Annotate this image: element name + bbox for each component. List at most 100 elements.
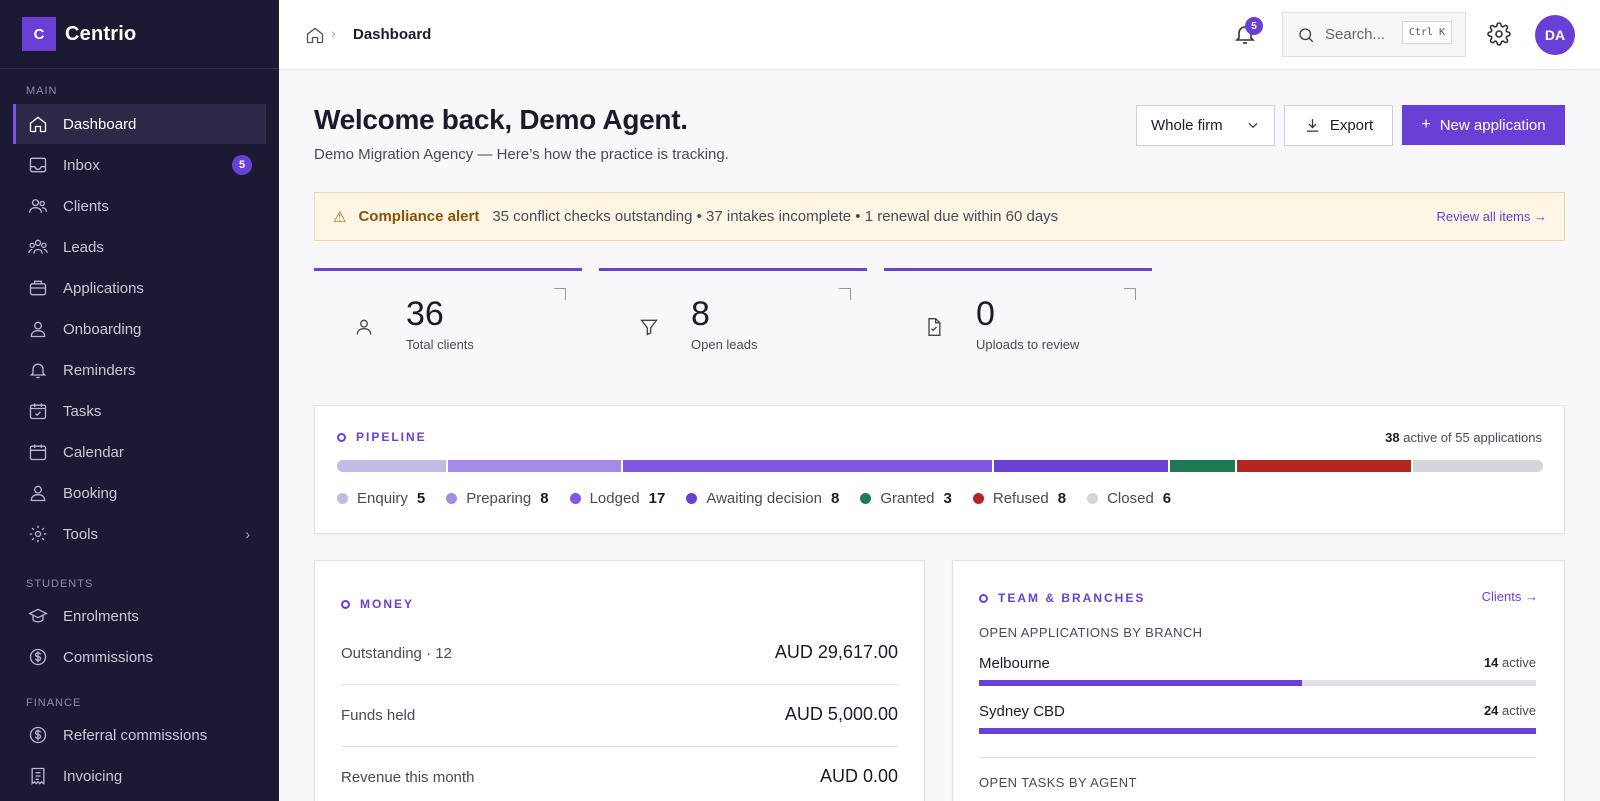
sidebar-item-tasks[interactable]: Tasks <box>13 391 266 431</box>
branch-row-sydney-cbd[interactable]: Sydney CBD 24 active <box>979 703 1536 734</box>
sidebar-item-label: Invoicing <box>63 767 123 785</box>
settings-button[interactable] <box>1487 22 1511 51</box>
calendar-check-icon <box>29 403 47 420</box>
sidebar-item-label: Calendar <box>63 443 124 461</box>
export-button[interactable]: Export <box>1284 105 1393 146</box>
sidebar-item-label: Dashboard <box>63 115 137 133</box>
legend-item-lodged[interactable]: Lodged 17 <box>569 490 666 507</box>
dollar-circle-icon <box>29 726 47 744</box>
sidebar-item-inbox[interactable]: Inbox 5 <box>13 145 266 185</box>
pipeline-segment-awaiting-decision[interactable] <box>994 460 1168 472</box>
home-icon <box>29 116 47 133</box>
sidebar-item-clients[interactable]: Clients <box>13 186 266 226</box>
legend-label: Lodged <box>589 490 640 507</box>
legend-count: 8 <box>540 490 549 507</box>
alert-text: 35 conflict checks outstanding • 37 inta… <box>492 208 1059 225</box>
sidebar-item-applications[interactable]: Applications <box>13 268 266 308</box>
sidebar-item-reminders[interactable]: Reminders <box>13 350 266 390</box>
legend-item-enquiry[interactable]: Enquiry 5 <box>337 490 425 507</box>
money-row-outstanding[interactable]: Outstanding · 12 AUD 29,617.00 <box>341 623 898 685</box>
branch-progress-fill <box>979 728 1536 734</box>
team-card: TEAM & BRANCHES Clients → OPEN APPLICATI… <box>952 560 1565 801</box>
pipeline-summary-text: active of 55 applications <box>1403 430 1542 445</box>
legend-item-preparing[interactable]: Preparing 8 <box>446 490 549 507</box>
stat-card-open-leads[interactable]: 8 Open leads <box>599 268 867 368</box>
legend-label: Enquiry <box>357 490 408 507</box>
breadcrumb-current: Dashboard <box>353 26 432 43</box>
money-label: Revenue this month <box>341 769 475 786</box>
brand[interactable]: C Centrio <box>0 0 279 69</box>
clients-link[interactable]: Clients → <box>1482 589 1538 604</box>
pipeline-segment-granted[interactable] <box>1169 460 1236 472</box>
legend-count: 8 <box>830 490 840 507</box>
sidebar-item-booking[interactable]: Booking <box>13 473 266 513</box>
search-input[interactable]: Search... Ctrl K <box>1282 12 1466 57</box>
graduation-cap-icon <box>28 608 48 623</box>
sidebar-item-label: Inbox <box>63 156 100 174</box>
review-all-link[interactable]: Review all items → <box>1436 209 1547 224</box>
legend-item-awaiting-decision[interactable]: Awaiting decision 8 <box>686 490 839 507</box>
sidebar-item-dashboard[interactable]: Dashboard <box>13 104 266 144</box>
stat-card-total-clients[interactable]: 36 Total clients <box>314 268 582 368</box>
branch-row-melbourne[interactable]: Melbourne 14 active <box>979 655 1536 686</box>
pipeline-active-count: 38 <box>1385 430 1400 445</box>
legend-item-granted[interactable]: Granted 3 <box>860 490 952 507</box>
legend-item-closed[interactable]: Closed 6 <box>1087 490 1171 507</box>
legend-count: 17 <box>648 490 666 507</box>
file-check-icon <box>928 318 941 336</box>
inbox-icon <box>29 157 47 173</box>
chevron-down-icon <box>1246 118 1260 136</box>
calendar-icon <box>29 444 47 461</box>
topbar: › Dashboard 5 Search... Ctrl K DA <box>279 0 1600 70</box>
expand-corner-icon <box>839 288 851 300</box>
expand-corner-icon <box>1124 288 1136 300</box>
avatar[interactable]: DA <box>1535 15 1575 55</box>
new-application-button[interactable]: + New application <box>1402 105 1565 145</box>
sidebar-item-tools[interactable]: Tools › <box>13 514 266 554</box>
legend-label: Refused <box>992 490 1049 507</box>
new-application-label: New application <box>1439 116 1546 134</box>
sidebar-item-referral-commissions[interactable]: Referral commissions <box>13 715 266 755</box>
pipeline-segment-preparing[interactable] <box>447 460 622 472</box>
scope-select[interactable]: Whole firm <box>1136 105 1275 146</box>
legend-count: 8 <box>1057 490 1067 507</box>
sidebar-item-onboarding[interactable]: Onboarding <box>13 309 266 349</box>
stat-card-uploads[interactable]: 0 Uploads to review <box>884 268 1152 368</box>
branch-active-count: 14 <box>1483 655 1499 670</box>
team-title: TEAM & BRANCHES <box>979 591 1145 605</box>
pipeline-segment-refused[interactable] <box>1237 460 1411 472</box>
legend-item-refused[interactable]: Refused 8 <box>972 490 1067 507</box>
pipeline-bar <box>337 460 1543 472</box>
main-content: Welcome back, Demo Agent. Demo Migration… <box>279 70 1600 801</box>
chevron-right-icon: › <box>245 526 250 542</box>
legend-label: Awaiting decision <box>706 490 822 507</box>
legend-dot <box>337 493 348 504</box>
stat-label: Total clients <box>406 337 474 352</box>
home-icon <box>306 27 324 44</box>
pipeline-segment-lodged[interactable] <box>623 460 993 472</box>
branches-label: OPEN APPLICATIONS BY BRANCH <box>979 625 1203 640</box>
brand-name: Centrio <box>65 22 137 45</box>
sidebar-item-label: Applications <box>63 279 144 297</box>
money-row-funds-held[interactable]: Funds held AUD 5,000.00 <box>341 685 898 747</box>
sidebar-item-leads[interactable]: Leads <box>13 227 266 267</box>
sidebar-item-invoicing[interactable]: Invoicing <box>13 756 266 796</box>
alert-title: Compliance alert <box>358 208 480 225</box>
notifications-badge: 5 <box>1245 17 1263 35</box>
legend-count: 6 <box>1162 490 1172 507</box>
pipeline-segment-enquiry[interactable] <box>337 460 446 472</box>
gear-icon <box>29 525 47 543</box>
branch-name: Sydney CBD <box>979 703 1065 720</box>
pipeline-segment-closed[interactable] <box>1412 460 1543 472</box>
person-icon <box>30 485 46 502</box>
sidebar-item-enrolments[interactable]: Enrolments <box>13 596 266 636</box>
sidebar-item-calendar[interactable]: Calendar <box>13 432 266 472</box>
legend-count: 5 <box>416 490 426 507</box>
user-icon <box>30 321 46 338</box>
download-icon <box>1306 119 1318 132</box>
branch-name: Melbourne <box>979 655 1050 672</box>
sidebar-item-commissions[interactable]: Commissions <box>13 637 266 677</box>
money-value: AUD 0.00 <box>819 766 898 786</box>
money-row-revenue[interactable]: Revenue this month AUD 0.00 <box>341 747 898 801</box>
sidebar-item-label: Tasks <box>63 402 102 420</box>
